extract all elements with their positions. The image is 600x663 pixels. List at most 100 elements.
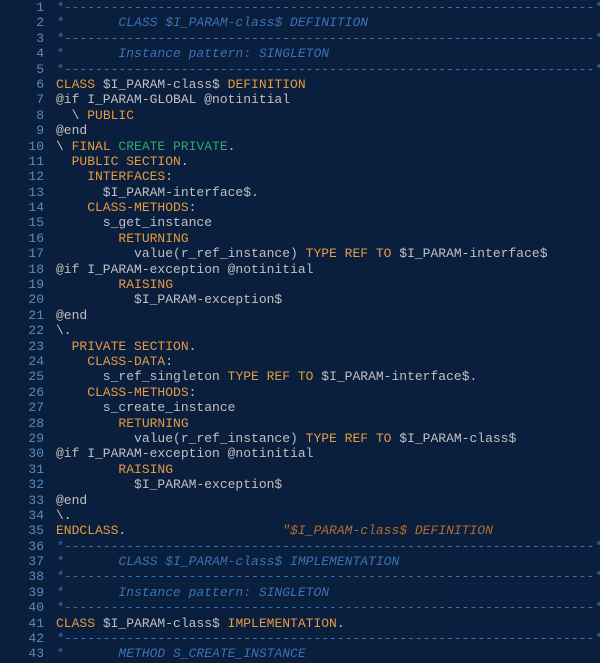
code-token: FINAL bbox=[72, 139, 111, 154]
line-number: 31 bbox=[0, 462, 44, 477]
code-token: @if I_PARAM-exception @notinitial bbox=[56, 446, 313, 461]
code-token: CREATE PRIVATE bbox=[111, 139, 228, 154]
line-number: 39 bbox=[0, 585, 44, 600]
line-number: 3 bbox=[0, 31, 44, 46]
line-number-gutter: 1234567891011121314151617181920212223242… bbox=[0, 0, 52, 663]
code-token: * METHOD S_CREATE_INSTANCE bbox=[56, 646, 306, 661]
code-token: @if I_PARAM-exception @notinitial bbox=[56, 262, 313, 277]
code-token: $I_PARAM-class$ bbox=[103, 77, 220, 92]
code-line[interactable]: CLASS $I_PARAM-class$ IMPLEMENTATION. bbox=[56, 616, 600, 631]
line-number: 19 bbox=[0, 277, 44, 292]
code-token: RETURNING bbox=[56, 231, 189, 246]
code-line[interactable]: * CLASS $I_PARAM-class$ IMPLEMENTATION bbox=[56, 554, 600, 569]
code-token: INTERFACES bbox=[56, 169, 165, 184]
code-line[interactable]: value(r_ref_instance) TYPE REF TO $I_PAR… bbox=[56, 246, 600, 261]
code-line[interactable]: @end bbox=[56, 308, 600, 323]
code-token: : bbox=[189, 385, 197, 400]
code-token: @end bbox=[56, 493, 87, 508]
line-number: 37 bbox=[0, 554, 44, 569]
code-token: CLASS bbox=[56, 616, 103, 631]
code-token: TYPE REF TO bbox=[306, 246, 392, 261]
code-line[interactable]: *---------------------------------------… bbox=[56, 0, 600, 15]
code-line[interactable]: s_get_instance bbox=[56, 215, 600, 230]
code-token: \. bbox=[56, 323, 72, 338]
code-line[interactable]: CLASS-METHODS: bbox=[56, 200, 600, 215]
code-token: RAISING bbox=[56, 277, 173, 292]
code-token: \. bbox=[56, 508, 72, 523]
code-token: PUBLIC bbox=[87, 108, 134, 123]
code-line[interactable]: * CLASS $I_PARAM-class$ DEFINITION bbox=[56, 15, 600, 30]
line-number: 13 bbox=[0, 185, 44, 200]
code-line[interactable]: @end bbox=[56, 493, 600, 508]
code-line[interactable]: \. bbox=[56, 508, 600, 523]
line-number: 12 bbox=[0, 169, 44, 184]
code-token: *---------------------------------------… bbox=[56, 539, 600, 554]
code-line[interactable]: value(r_ref_instance) TYPE REF TO $I_PAR… bbox=[56, 431, 600, 446]
code-line[interactable]: INTERFACES: bbox=[56, 169, 600, 184]
line-number: 6 bbox=[0, 77, 44, 92]
code-line[interactable]: RETURNING bbox=[56, 416, 600, 431]
line-number: 22 bbox=[0, 323, 44, 338]
code-token: CLASS-METHODS bbox=[56, 200, 189, 215]
line-number: 33 bbox=[0, 493, 44, 508]
code-line[interactable]: @if I_PARAM-GLOBAL @notinitial bbox=[56, 92, 600, 107]
code-line[interactable]: *---------------------------------------… bbox=[56, 539, 600, 554]
code-line[interactable]: CLASS-METHODS: bbox=[56, 385, 600, 400]
code-token: . bbox=[337, 616, 345, 631]
line-number: 16 bbox=[0, 231, 44, 246]
code-line[interactable]: \ FINAL CREATE PRIVATE. bbox=[56, 139, 600, 154]
code-token: . bbox=[118, 523, 282, 538]
code-line[interactable]: PUBLIC SECTION. bbox=[56, 154, 600, 169]
line-number: 24 bbox=[0, 354, 44, 369]
line-number: 18 bbox=[0, 262, 44, 277]
code-line[interactable]: $I_PARAM-interface$. bbox=[56, 185, 600, 200]
line-number: 4 bbox=[0, 46, 44, 61]
code-token: $I_PARAM-interface$. bbox=[313, 369, 477, 384]
code-line[interactable]: * Instance pattern: SINGLETON bbox=[56, 585, 600, 600]
code-line[interactable]: \. bbox=[56, 323, 600, 338]
code-line[interactable]: PRIVATE SECTION. bbox=[56, 339, 600, 354]
code-line[interactable]: * METHOD S_CREATE_INSTANCE bbox=[56, 646, 600, 661]
code-token: RAISING bbox=[56, 462, 173, 477]
code-line[interactable]: *---------------------------------------… bbox=[56, 62, 600, 77]
code-line[interactable]: *---------------------------------------… bbox=[56, 31, 600, 46]
code-line[interactable]: RETURNING bbox=[56, 231, 600, 246]
code-token: TYPE REF TO bbox=[306, 431, 392, 446]
code-line[interactable]: s_ref_singleton TYPE REF TO $I_PARAM-int… bbox=[56, 369, 600, 384]
code-token: CLASS-DATA bbox=[56, 354, 165, 369]
code-token: $I_PARAM-exception$ bbox=[56, 477, 282, 492]
code-line[interactable]: * Instance pattern: SINGLETON bbox=[56, 46, 600, 61]
code-token: . bbox=[181, 154, 189, 169]
code-line[interactable]: \ PUBLIC bbox=[56, 108, 600, 123]
code-line[interactable]: CLASS $I_PARAM-class$ DEFINITION bbox=[56, 77, 600, 92]
code-line[interactable]: *---------------------------------------… bbox=[56, 569, 600, 584]
line-number: 20 bbox=[0, 292, 44, 307]
code-token: @if I_PARAM-GLOBAL @notinitial bbox=[56, 92, 290, 107]
code-token: * CLASS $I_PARAM-class$ DEFINITION bbox=[56, 15, 368, 30]
code-token: $I_PARAM-class$ bbox=[103, 616, 220, 631]
code-line[interactable]: $I_PARAM-exception$ bbox=[56, 477, 600, 492]
code-editor[interactable]: 1234567891011121314151617181920212223242… bbox=[0, 0, 600, 663]
code-line[interactable]: @if I_PARAM-exception @notinitial bbox=[56, 446, 600, 461]
code-line[interactable]: CLASS-DATA: bbox=[56, 354, 600, 369]
code-token: $I_PARAM-interface$ bbox=[391, 246, 547, 261]
code-line[interactable]: s_create_instance bbox=[56, 400, 600, 415]
code-line[interactable]: $I_PARAM-exception$ bbox=[56, 292, 600, 307]
code-token: *---------------------------------------… bbox=[56, 569, 600, 584]
code-line[interactable]: @if I_PARAM-exception @notinitial bbox=[56, 262, 600, 277]
code-token: *---------------------------------------… bbox=[56, 31, 600, 46]
code-line[interactable]: RAISING bbox=[56, 462, 600, 477]
code-token: : bbox=[165, 354, 173, 369]
line-number: 32 bbox=[0, 477, 44, 492]
code-token: "$I_PARAM-class$ DEFINITION bbox=[282, 523, 493, 538]
line-number: 10 bbox=[0, 139, 44, 154]
code-line[interactable]: *---------------------------------------… bbox=[56, 600, 600, 615]
code-token: CLASS bbox=[56, 77, 103, 92]
code-line[interactable]: @end bbox=[56, 123, 600, 138]
code-body[interactable]: *---------------------------------------… bbox=[52, 0, 600, 663]
code-token: RETURNING bbox=[56, 416, 189, 431]
code-line[interactable]: RAISING bbox=[56, 277, 600, 292]
code-line[interactable]: *---------------------------------------… bbox=[56, 631, 600, 646]
code-line[interactable]: ENDCLASS. "$I_PARAM-class$ DEFINITION bbox=[56, 523, 600, 538]
line-number: 36 bbox=[0, 539, 44, 554]
